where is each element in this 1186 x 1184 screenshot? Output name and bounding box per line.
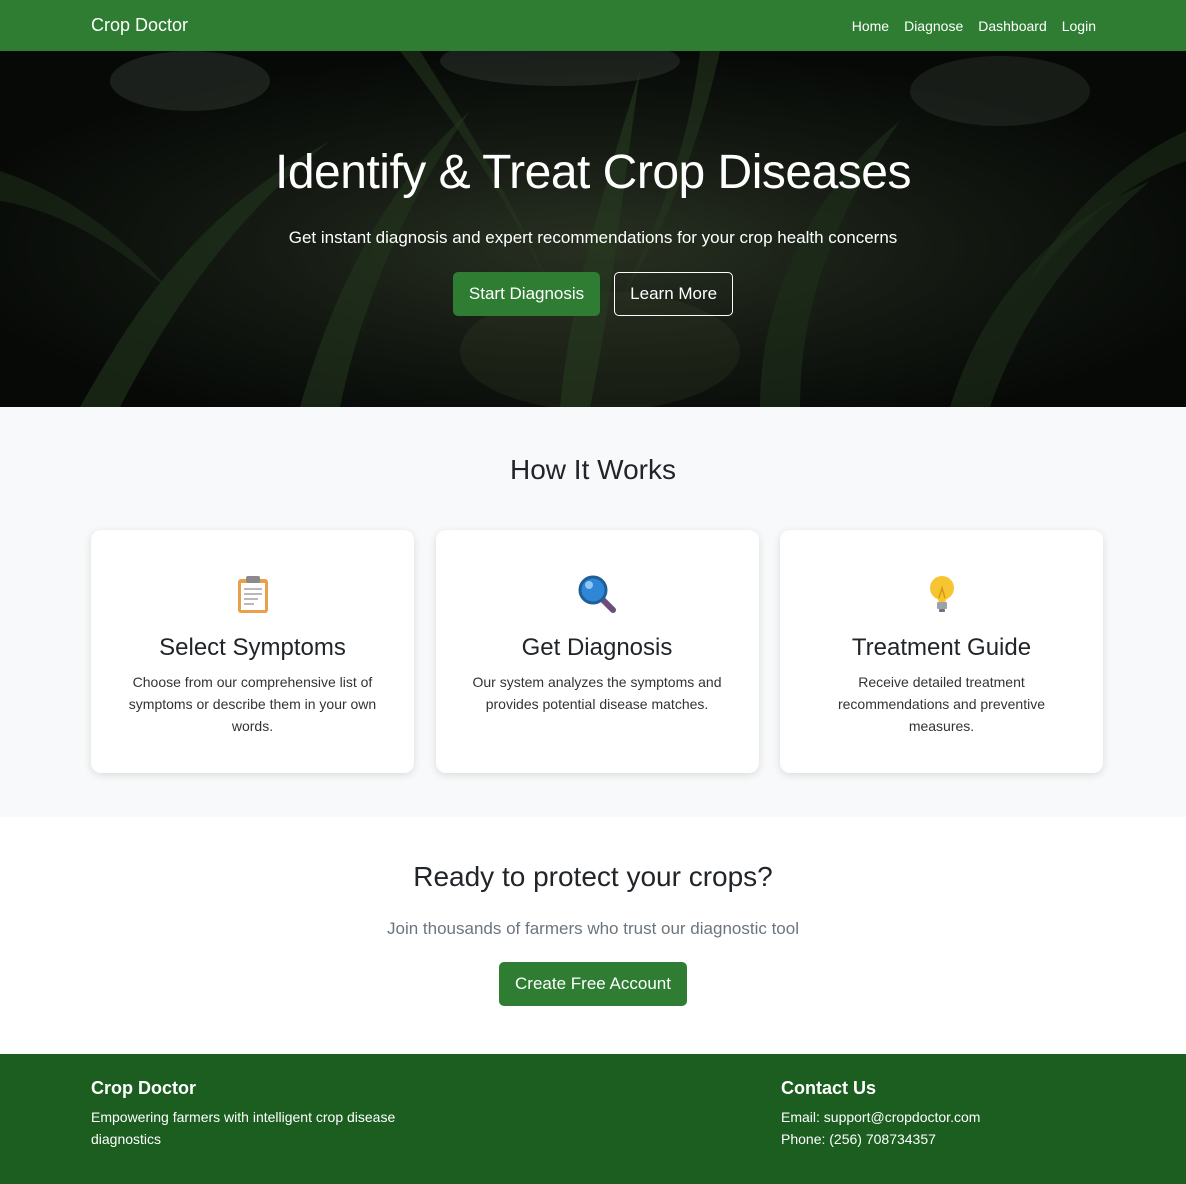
card-text: Choose from our comprehensive list of sy…	[128, 674, 377, 734]
footer-contact: Contact Us Email: support@cropdoctor.com…	[781, 1078, 1101, 1184]
learn-more-button[interactable]: Learn More	[614, 272, 734, 316]
card-title: Get Diagnosis	[521, 634, 673, 661]
hero-subtitle: Get instant diagnosis and expert recomme…	[288, 228, 898, 247]
card-title: Treatment Guide	[851, 634, 1032, 661]
card-text: Our system analyzes the symptoms and pro…	[472, 674, 722, 712]
start-diagnosis-button[interactable]: Start Diagnosis	[452, 272, 601, 316]
footer-contact-info: Email: support@cropdoctor.com Phone: (25…	[781, 1106, 1101, 1150]
how-it-works-section: How It Works Select Symptoms Choose from…	[0, 407, 1186, 817]
feature-card-get-diagnosis: Get Diagnosis Our system analyzes the sy…	[435, 530, 759, 773]
hero-buttons: Start Diagnosis Learn More	[0, 272, 1186, 316]
feature-cards: Select Symptoms Choose from our comprehe…	[0, 530, 1186, 773]
card-title: Select Symptoms	[159, 634, 346, 661]
nav-link-login[interactable]: Login	[1062, 18, 1096, 34]
create-free-account-button[interactable]: Create Free Account	[499, 962, 687, 1006]
nav-link-dashboard[interactable]: Dashboard	[978, 18, 1047, 34]
footer-brand-text: Empowering farmers with intelligent crop…	[91, 1109, 396, 1147]
navbar: Crop Doctor Home Diagnose Dashboard Logi…	[0, 0, 1186, 51]
nav-link-diagnose[interactable]: Diagnose	[904, 18, 963, 34]
footer-about: Crop Doctor Empowering farmers with inte…	[91, 1078, 781, 1184]
hero-title: Identify & Treat Crop Diseases	[275, 146, 911, 199]
card-text: Receive detailed treatment recommendatio…	[837, 674, 1045, 734]
brand-logo-link[interactable]: Crop Doctor	[91, 15, 188, 36]
footer-phone[interactable]: Phone: (256) 708734357	[781, 1131, 936, 1147]
feature-card-treatment-guide: Treatment Guide Receive detailed treatme…	[780, 530, 1103, 773]
cta-section: Ready to protect your crops? Join thousa…	[0, 817, 1186, 1054]
cta-title: Ready to protect your crops?	[413, 861, 773, 892]
footer-contact-title: Contact Us	[781, 1078, 877, 1098]
clipboard-icon	[91, 574, 414, 614]
magnifier-icon	[436, 574, 759, 614]
cta-subtitle: Join thousands of farmers who trust our …	[387, 919, 799, 938]
footer: Crop Doctor Empowering farmers with inte…	[0, 1054, 1186, 1184]
how-it-works-title: How It Works	[510, 454, 676, 485]
feature-card-select-symptoms: Select Symptoms Choose from our comprehe…	[91, 530, 414, 773]
nav-link-home[interactable]: Home	[852, 18, 889, 34]
footer-brand-title: Crop Doctor	[91, 1078, 196, 1098]
nav-links: Home Diagnose Dashboard Login	[852, 18, 1096, 34]
footer-email[interactable]: Email: support@cropdoctor.com	[781, 1109, 980, 1125]
lightbulb-icon	[780, 574, 1103, 614]
hero-section: Identify & Treat Crop Diseases Get insta…	[0, 51, 1186, 407]
hero-content: Identify & Treat Crop Diseases Get insta…	[0, 51, 1186, 316]
